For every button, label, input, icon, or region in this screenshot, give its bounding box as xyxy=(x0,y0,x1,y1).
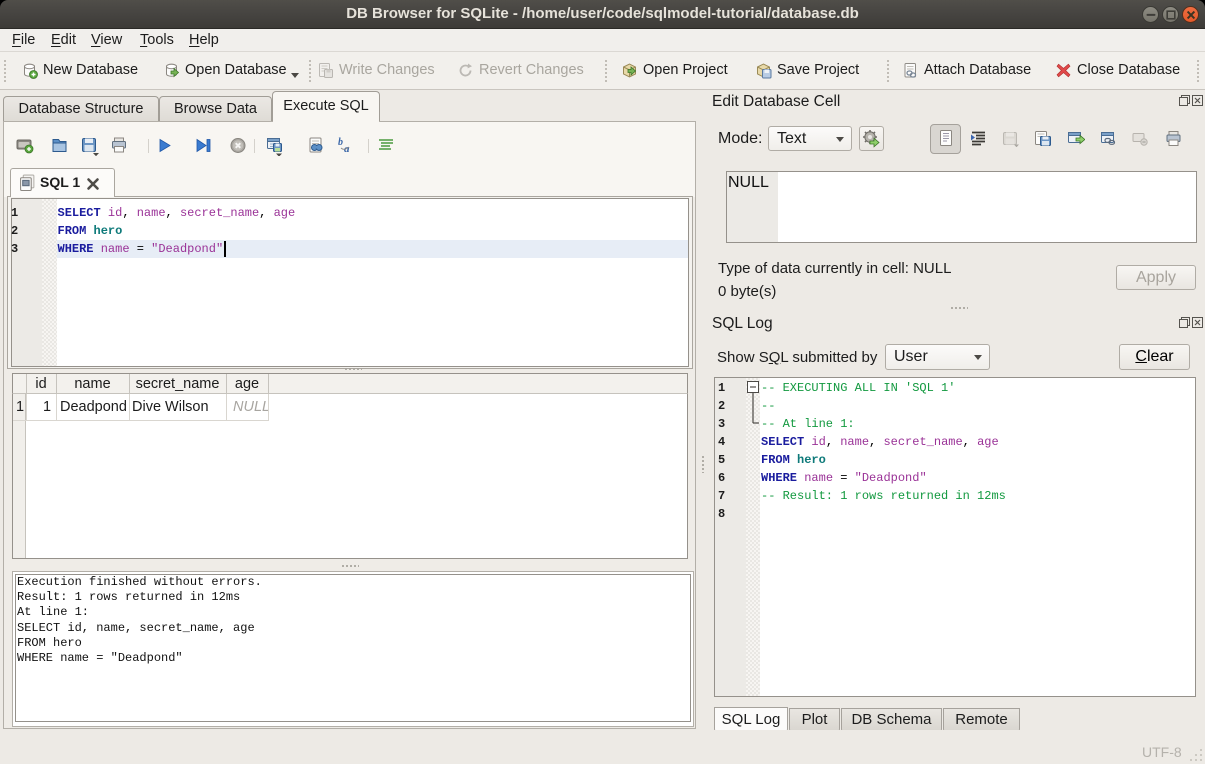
svg-text:b: b xyxy=(338,137,343,148)
